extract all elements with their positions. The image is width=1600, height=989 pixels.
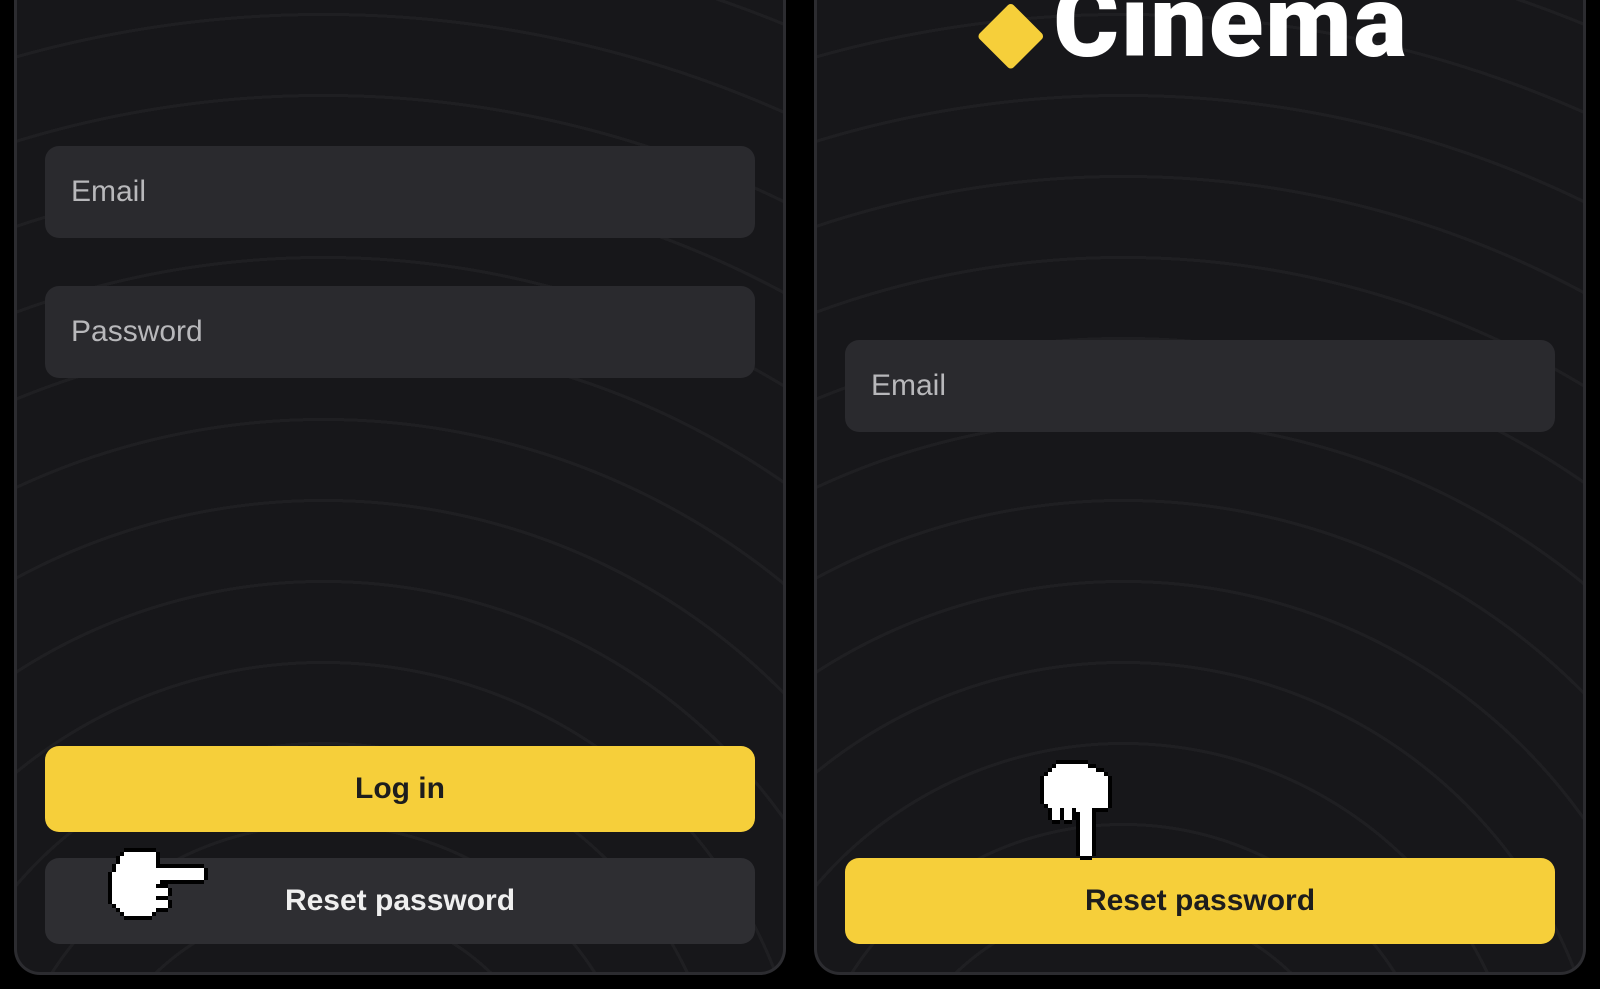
reset-password-button[interactable]: Reset password <box>45 858 755 944</box>
brand-logo: Cinema <box>817 0 1583 81</box>
reset-password-screen: Cinema Reset password <box>814 0 1586 975</box>
login-screen: Log in Reset password <box>14 0 786 975</box>
logo-text: Cinema <box>1053 0 1408 81</box>
password-field[interactable] <box>45 286 755 378</box>
email-field[interactable] <box>45 146 755 238</box>
login-button[interactable]: Log in <box>45 746 755 832</box>
reset-password-submit-button[interactable]: Reset password <box>845 858 1555 944</box>
logo-mark-icon <box>977 2 1045 70</box>
email-field[interactable] <box>845 340 1555 432</box>
